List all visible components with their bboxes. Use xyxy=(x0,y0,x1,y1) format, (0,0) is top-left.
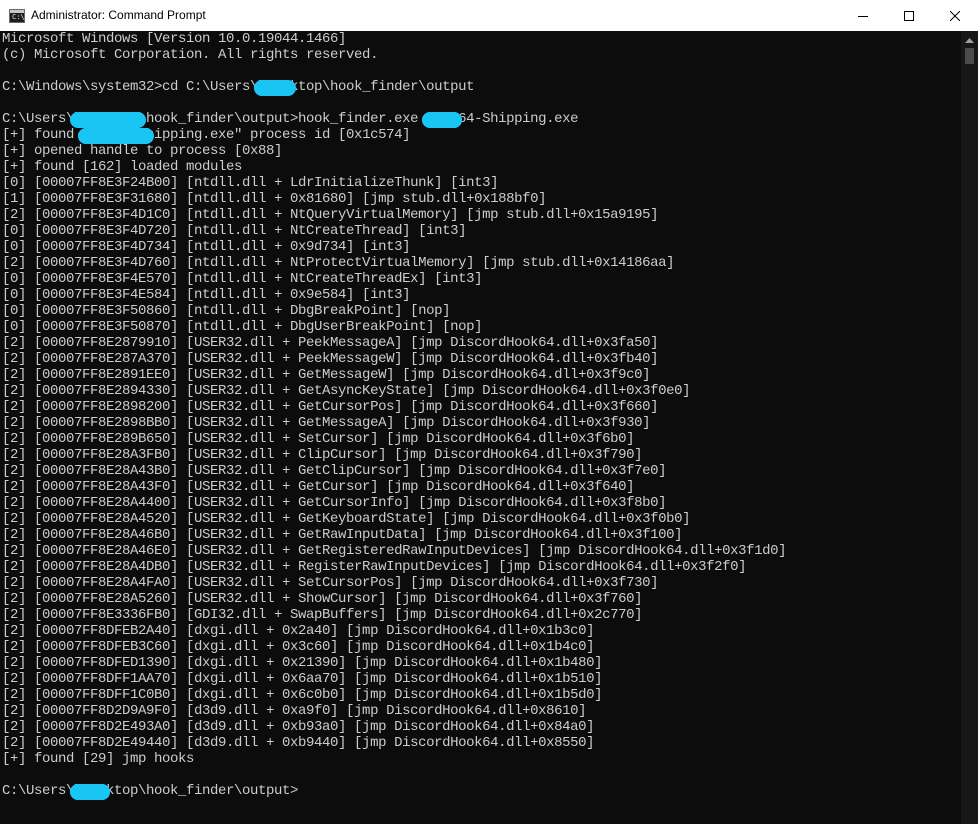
console-line: [2] [00007FF8E2891EE0] [USER32.dll + Get… xyxy=(2,367,651,383)
console-line: [1] [00007FF8E3F31680] [ntdll.dll + 0x81… xyxy=(2,191,547,207)
scroll-up-button[interactable] xyxy=(961,31,978,48)
console-line: [2] [00007FF8DFF1C0B0] [dxgi.dll + 0x6c0… xyxy=(2,687,603,703)
console-line: [0] [00007FF8E3F50870] [ntdll.dll + DbgU… xyxy=(2,319,483,335)
console-line: [2] [00007FF8E28A4520] [USER32.dll + Get… xyxy=(2,511,691,527)
console-line: [2] [00007FF8E2894330] [USER32.dll + Get… xyxy=(2,383,691,399)
console-line: [0] [00007FF8E3F24B00] [ntdll.dll + LdrI… xyxy=(2,175,499,191)
console-text-segment: [+] found xyxy=(2,127,83,143)
console-line: [0] [00007FF8E3F4D720] [ntdll.dll + NtCr… xyxy=(2,223,467,239)
console-text-segment: C:\Windows\system32>cd C:\Users\ xyxy=(2,79,259,95)
console-line: [+] opened handle to process [0x88] xyxy=(2,143,283,159)
chevron-up-icon xyxy=(965,37,974,43)
console-line: [0] [00007FF8E3F4E570] [ntdll.dll + NtCr… xyxy=(2,271,483,287)
console-line: [2] [00007FF8E3336FB0] [GDI32.dll + Swap… xyxy=(2,607,643,623)
console-line: [2] [00007FF8E3F4D760] [ntdll.dll + NtPr… xyxy=(2,255,675,271)
maximize-icon xyxy=(904,10,914,21)
console-line: [2] [00007FF8DFEB2A40] [dxgi.dll + 0x2a4… xyxy=(2,623,595,639)
console-line: [2] [00007FF8E287A370] [USER32.dll + Pee… xyxy=(2,351,659,367)
command-prompt-icon[interactable]: C:\ xyxy=(9,8,25,23)
close-icon xyxy=(950,10,960,21)
console-line: C:\Users\\Desktop\hook_finder\output>hoo… xyxy=(2,111,961,128)
command-prompt-icon-label: C:\ xyxy=(12,12,25,21)
console-line: [2] [00007FF8E28A3FB0] [USER32.dll + Cli… xyxy=(2,447,643,463)
console-line: [2] [00007FF8D2E493A0] [d3d9.dll + 0xb93… xyxy=(2,719,595,735)
title-bar[interactable]: C:\ Administrator: Command Prompt xyxy=(0,0,978,31)
scrollbar-thumb[interactable] xyxy=(965,48,974,64)
command-prompt-window: C:\ Administrator: Command Prompt Micros… xyxy=(0,0,978,824)
console-line: [2] [00007FF8E28A43F0] [USER32.dll + Get… xyxy=(2,479,635,495)
console-line: [2] [00007FF8E2898BB0] [USER32.dll + Get… xyxy=(2,415,651,431)
console-line: [2] [00007FF8E28A4DB0] [USER32.dll + Reg… xyxy=(2,559,747,575)
console-line: [2] [00007FF8DFF1AA70] [dxgi.dll + 0x6aa… xyxy=(2,671,603,687)
console-line: [2] [00007FF8E289B650] [USER32.dll + Set… xyxy=(2,431,635,447)
console-line: [2] [00007FF8E28A43B0] [USER32.dll + Get… xyxy=(2,463,667,479)
console-text-segment: C:\Users\ xyxy=(2,783,75,799)
console-line: C:\Windows\system32>cd C:\Users\\Desktop… xyxy=(2,79,961,96)
maximize-button[interactable] xyxy=(886,0,932,31)
console-line: [+] found -Win64-Shipping.exe" process i… xyxy=(2,127,961,144)
console-line: [2] [00007FF8D2E49440] [d3d9.dll + 0xb94… xyxy=(2,735,595,751)
console-line: [2] [00007FF8D2D9A9F0] [d3d9.dll + 0xa9f… xyxy=(2,703,587,719)
console-text-segment: C:\Users\ xyxy=(2,111,75,127)
console-line: (c) Microsoft Corporation. All rights re… xyxy=(2,47,379,63)
console-line: [+] found [29] jmp hooks xyxy=(2,751,195,767)
console-line: [+] found [162] loaded modules xyxy=(2,159,243,175)
console-line: [2] [00007FF8E28A4400] [USER32.dll + Get… xyxy=(2,495,667,511)
console-line: [0] [00007FF8E3F4D734] [ntdll.dll + 0x9d… xyxy=(2,239,411,255)
console-line: C:\Users\\Desktop\hook_finder\output> xyxy=(2,783,961,800)
console-line: [0] [00007FF8E3F4E584] [ntdll.dll + 0x9e… xyxy=(2,287,411,303)
console-line: [2] [00007FF8DFED1390] [dxgi.dll + 0x213… xyxy=(2,655,603,671)
console-line: [2] [00007FF8E2879910] [USER32.dll + Pee… xyxy=(2,335,659,351)
console-line: [2] [00007FF8E2898200] [USER32.dll + Get… xyxy=(2,399,659,415)
console-line: Microsoft Windows [Version 10.0.19044.14… xyxy=(2,31,347,47)
window-title: Administrator: Command Prompt xyxy=(31,8,206,22)
console-line: [2] [00007FF8E28A5260] [USER32.dll + Sho… xyxy=(2,591,643,607)
vertical-scrollbar[interactable] xyxy=(961,31,978,824)
console-line: [0] [00007FF8E3F50860] [ntdll.dll + DbgB… xyxy=(2,303,451,319)
console-line: [2] [00007FF8E3F4D1C0] [ntdll.dll + NtQu… xyxy=(2,207,659,223)
console-line: [2] [00007FF8DFEB3C60] [dxgi.dll + 0x3c6… xyxy=(2,639,595,655)
minimize-icon xyxy=(858,15,868,17)
console-line: [2] [00007FF8E28A4FA0] [USER32.dll + Set… xyxy=(2,575,659,591)
minimize-button[interactable] xyxy=(840,0,886,31)
console-line: [2] [00007FF8E28A46B0] [USER32.dll + Get… xyxy=(2,527,683,543)
close-button[interactable] xyxy=(932,0,978,31)
console-line: [2] [00007FF8E28A46E0] [USER32.dll + Get… xyxy=(2,543,787,559)
console-output[interactable]: Microsoft Windows [Version 10.0.19044.14… xyxy=(0,31,961,824)
